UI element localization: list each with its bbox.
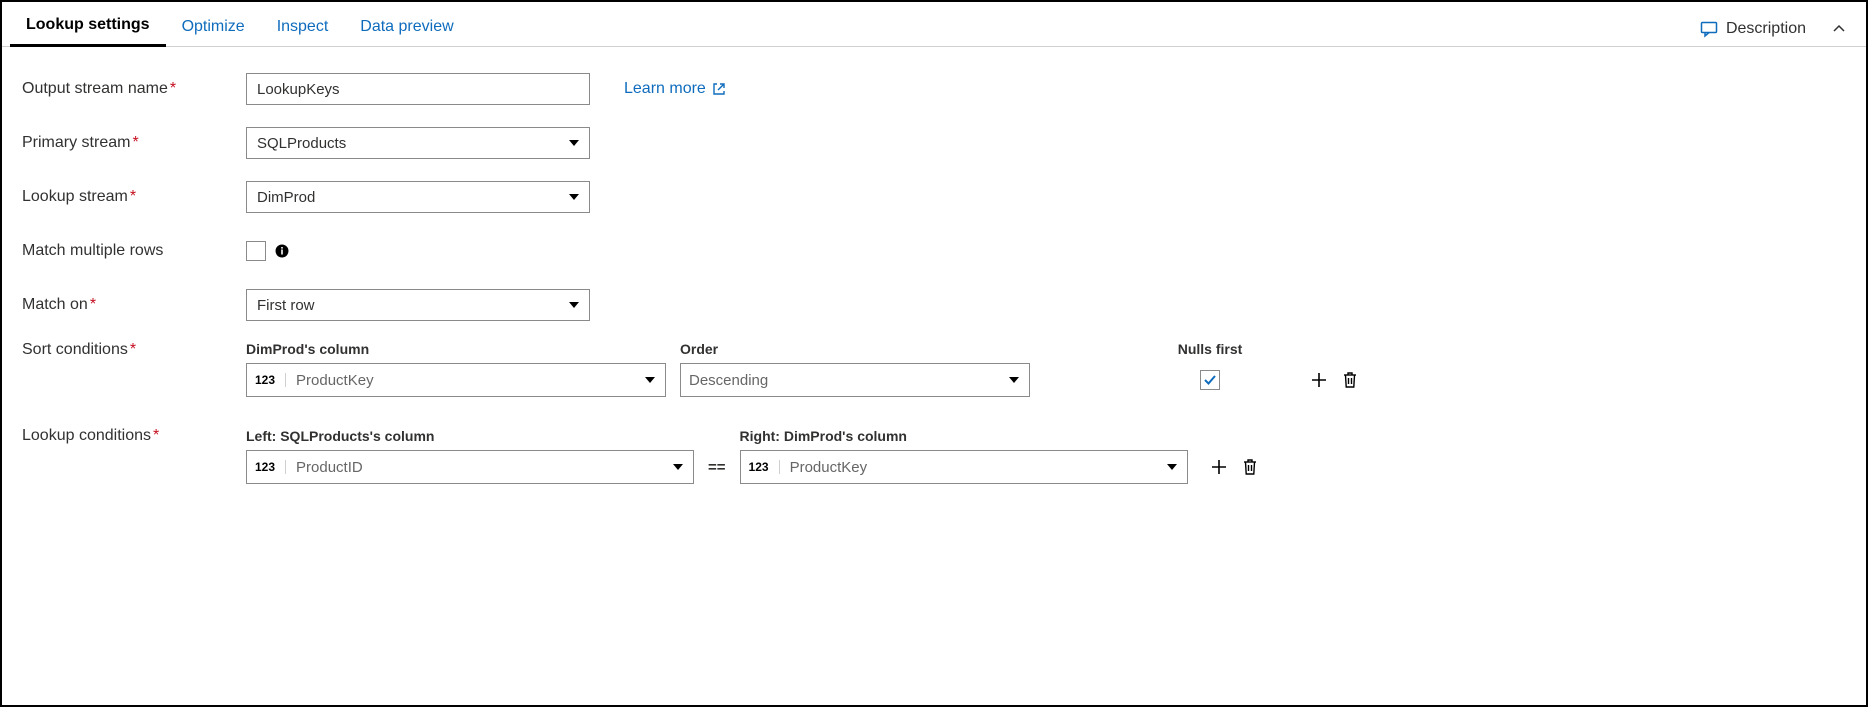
tab-data-preview[interactable]: Data preview [344,8,469,46]
lookup-conditions-label: Lookup conditions* [22,427,246,445]
external-link-icon [712,82,726,96]
chevron-down-icon [569,194,579,200]
chevron-down-icon [1009,377,1019,383]
description-toggle[interactable]: Description [1688,12,1858,46]
description-label: Description [1726,20,1806,38]
sort-column-header: DimProd's column [246,341,666,357]
lookup-settings-form: Output stream name* Learn more Primary s… [2,47,1866,526]
tab-optimize[interactable]: Optimize [166,8,261,46]
lookup-stream-select[interactable]: DimProd [246,181,590,213]
chevron-up-icon [1832,22,1846,36]
match-multiple-rows-checkbox[interactable] [246,241,266,261]
lookup-right-column-select[interactable]: 123 ProductKey [740,450,1188,484]
equals-operator: == [708,459,726,476]
delete-lookup-condition-button[interactable] [1242,458,1258,476]
nulls-first-checkbox[interactable] [1200,370,1220,390]
chevron-down-icon [673,464,683,470]
learn-more-link[interactable]: Learn more [624,80,726,98]
match-multiple-rows-label: Match multiple rows [22,242,246,260]
sort-order-header: Order [680,341,1030,357]
add-lookup-condition-button[interactable] [1210,458,1228,476]
sort-nulls-header: Nulls first [1150,341,1270,357]
lookup-right-header: Right: DimProd's column [740,428,1188,444]
lookup-condition-row: 123 ProductID == 123 ProductKey [246,450,1258,484]
chevron-down-icon [569,140,579,146]
sort-condition-row: 123 ProductKey Descending [246,363,1358,397]
sort-column-select[interactable]: 123 ProductKey [246,363,666,397]
match-on-select[interactable]: First row [246,289,590,321]
tab-lookup-settings[interactable]: Lookup settings [10,6,166,47]
chevron-down-icon [1167,464,1177,470]
datatype-badge: 123 [749,460,780,474]
datatype-badge: 123 [255,373,286,387]
lookup-left-column-select[interactable]: 123 ProductID [246,450,694,484]
add-sort-condition-button[interactable] [1310,371,1328,389]
delete-sort-condition-button[interactable] [1342,371,1358,389]
info-icon[interactable] [274,243,290,259]
lookup-left-header: Left: SQLProducts's column [246,428,694,444]
lookup-stream-label: Lookup stream* [22,188,246,206]
chevron-down-icon [569,302,579,308]
chevron-down-icon [645,377,655,383]
output-stream-name-input[interactable] [246,73,590,105]
sort-order-select[interactable]: Descending [680,363,1030,397]
datatype-badge: 123 [255,460,286,474]
primary-stream-label: Primary stream* [22,134,246,152]
match-on-label: Match on* [22,296,246,314]
config-tabs: Lookup settings Optimize Inspect Data pr… [2,2,1866,47]
sort-conditions-label: Sort conditions* [22,341,246,359]
tab-inspect[interactable]: Inspect [261,8,345,46]
comment-icon [1700,20,1718,38]
output-stream-name-label: Output stream name* [22,80,246,98]
primary-stream-select[interactable]: SQLProducts [246,127,590,159]
